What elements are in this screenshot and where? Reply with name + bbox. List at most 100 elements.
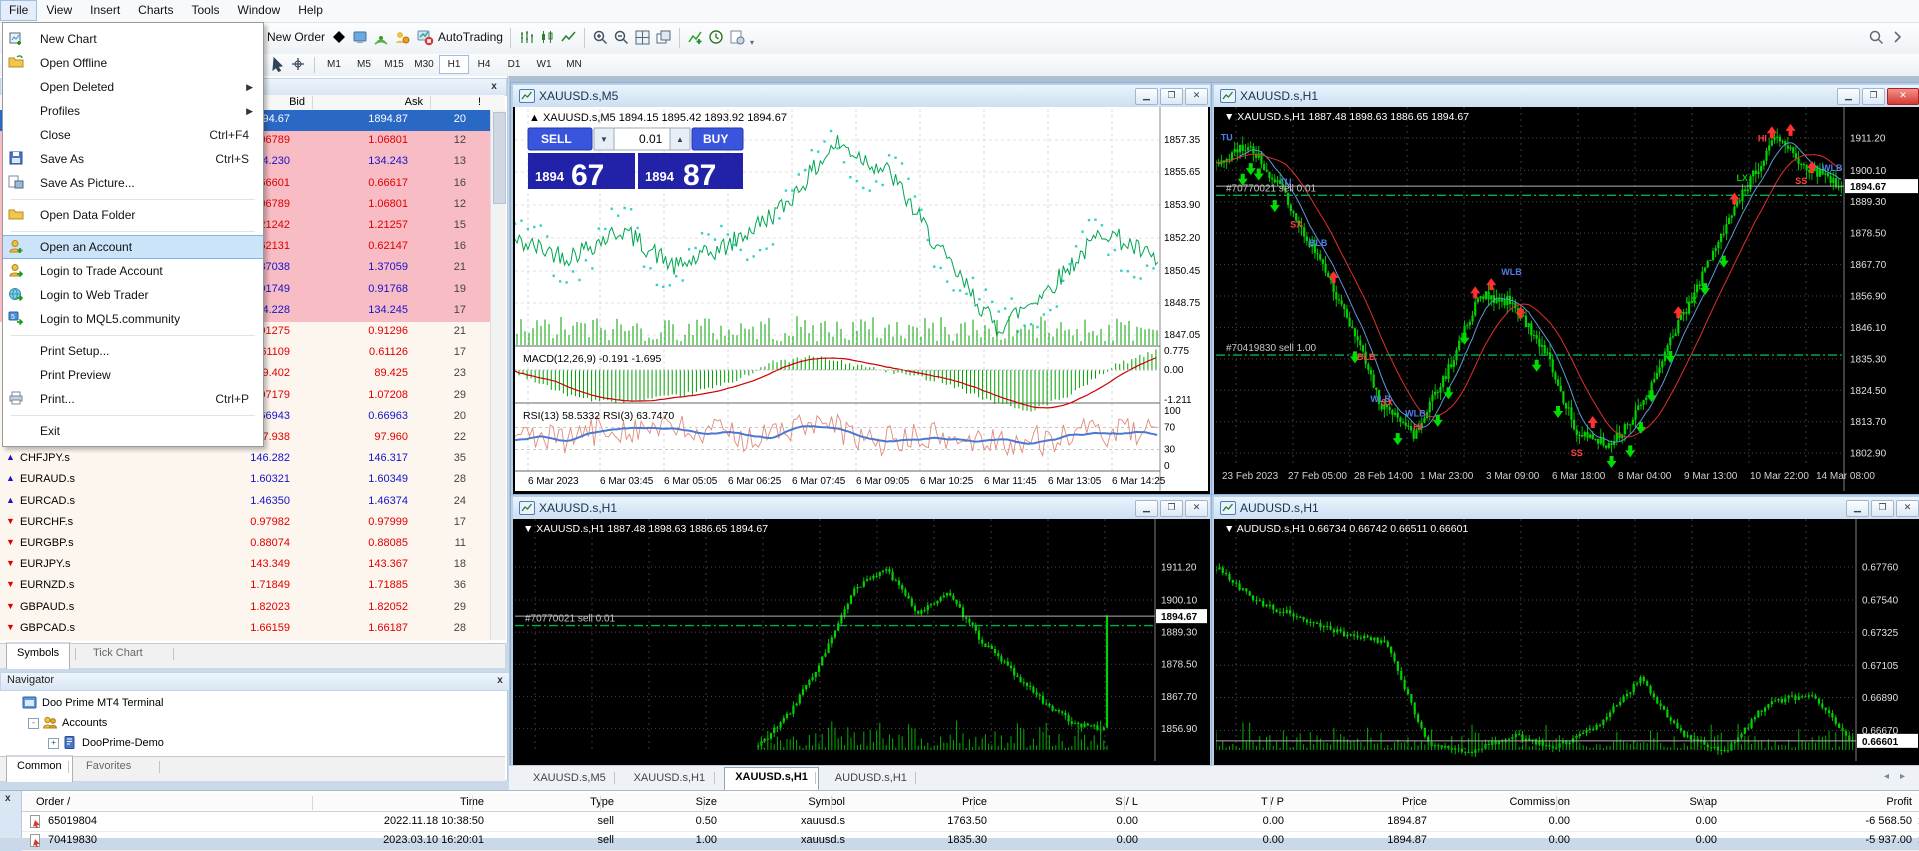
file-menu-item-login-to-mql5-community[interactable]: 5Login to MQL5.community [3,307,263,331]
mdi-tab-audusd-s-h1[interactable]: AUDUSD.s,H1 [825,769,917,790]
file-menu-item-open-offline[interactable]: Open Offline [3,51,263,75]
file-menu-item-exit[interactable]: Exit [3,419,263,443]
signals-icon[interactable] [373,29,390,46]
file-menu-item-save-as[interactable]: Save AsCtrl+S [3,147,263,171]
chart-canvas[interactable]: 0.677600.675400.673250.671050.668900.666… [1216,519,1919,761]
tab-symbols[interactable]: Symbols [6,642,70,669]
market-watch-scrollbar[interactable] [490,110,506,640]
timeframe-h4[interactable]: H4 [469,55,499,74]
file-menu-item-login-to-trade-account[interactable]: Login to Trade Account [3,259,263,283]
timeframe-m15[interactable]: M15 [379,55,409,74]
menu-tools[interactable]: Tools [183,0,229,21]
market-watch-row[interactable]: ▼EURGBP.s0.880740.8808511 [0,534,490,556]
autotrading-button[interactable]: AutoTrading [438,30,503,44]
templates-icon[interactable] [729,29,746,46]
column-commission[interactable]: Commission [1410,796,1570,808]
mql5-icon[interactable] [352,29,369,46]
chart-window-1[interactable]: XAUUSD.s,M5▁❐✕1857.351855.651853.901852.… [511,83,1212,497]
market-watch-row[interactable]: ▼EURNZD.s1.718491.7188536 [0,576,490,598]
file-menu-item-open-data-folder[interactable]: Open Data Folder [3,203,263,227]
collapse-icon[interactable]: - [28,718,39,729]
restore-button[interactable]: ❐ [1160,88,1183,105]
column-symbol[interactable]: Symbol [685,796,845,808]
column-profit[interactable]: Profit [1752,796,1912,808]
expand-icon[interactable]: + [48,738,59,749]
restore-button[interactable]: ❐ [1160,500,1183,517]
navigator-item-dooprime-demo[interactable]: +DooPrime-Demo [0,734,507,754]
market-watch-row[interactable]: ▼EURCHF.s0.979820.9799917 [0,513,490,535]
file-menu-item-login-to-web-trader[interactable]: Login to Web Trader [3,283,263,307]
close-button[interactable]: ✕ [1887,88,1919,105]
file-menu-item-close[interactable]: CloseCtrl+F4 [3,123,263,147]
close-button[interactable]: ✕ [1185,88,1208,105]
gold-icon[interactable] [331,29,348,46]
chart-titlebar[interactable]: XAUUSD.s,M5▁❐✕ [513,85,1210,107]
mdi-tab-xauusd-s-h1[interactable]: XAUUSD.s,H1 [724,767,819,791]
navigator-item-accounts[interactable]: -Accounts [0,714,507,734]
chart-titlebar[interactable]: XAUUSD.s,H1▁❐✕ [513,497,1210,519]
menu-charts[interactable]: Charts [129,0,182,21]
close-button[interactable]: ✕ [1896,500,1919,517]
file-menu-item-open-an-account[interactable]: Open an Account [3,235,263,259]
file-menu-item-print[interactable]: Print...Ctrl+P [3,387,263,411]
file-menu-item-profiles[interactable]: Profiles▶ [3,99,263,123]
periods-icon[interactable] [708,29,725,46]
tab-favorites[interactable]: Favorites [76,757,141,780]
file-menu-item-print-setup[interactable]: Print Setup... [3,339,263,363]
community-icon[interactable] [394,29,411,46]
timeframe-mn[interactable]: MN [559,55,589,74]
file-menu-item-save-as-picture[interactable]: Save As Picture... [3,171,263,195]
tab-common[interactable]: Common [6,755,73,782]
tab-scroll-right-icon[interactable]: ▸ [1900,771,1905,782]
restore-button[interactable]: ❐ [1871,500,1894,517]
timeframe-h1[interactable]: H1 [439,55,469,74]
timeframe-m1[interactable]: M1 [319,55,349,74]
terminal-close-button[interactable]: x [5,793,11,804]
column-spread[interactable]: ! [478,96,481,108]
order-row[interactable]: 650198042022.11.18 10:38:50sell0.50xauus… [22,812,1919,832]
file-menu-item-print-preview[interactable]: Print Preview [3,363,263,387]
bar-chart-icon[interactable] [518,29,535,46]
file-menu-item-new-chart[interactable]: New Chart [3,27,263,51]
chart-canvas[interactable]: 1857.351855.651853.901852.201850.451848.… [515,107,1208,491]
tile-windows-icon[interactable] [634,29,651,46]
new-order-button[interactable]: New Order [267,30,325,44]
search-icon[interactable] [1868,29,1885,46]
zoom-out-icon[interactable] [613,29,630,46]
line-chart-icon[interactable] [560,29,577,46]
order-row[interactable]: 704198302023.03.10 16:20:01sell1.00xauus… [22,831,1919,851]
column-swap[interactable]: Swap [1557,796,1717,808]
chart-titlebar[interactable]: AUDUSD.s,H1▁❐✕ [1214,497,1919,519]
menu-insert[interactable]: Insert [81,0,129,21]
column-ask[interactable]: Ask [405,96,423,108]
timeframe-m5[interactable]: M5 [349,55,379,74]
column-price2[interactable]: Price [1267,796,1427,808]
minimize-button[interactable]: ▁ [1135,500,1158,517]
column-sl[interactable]: S / L [978,796,1138,808]
minimize-button[interactable]: ▁ [1837,88,1860,105]
timeframe-m30[interactable]: M30 [409,55,439,74]
market-watch-row[interactable]: ▼EURJPY.s143.349143.36718 [0,555,490,577]
restore-button[interactable]: ❐ [1862,88,1885,105]
mdi-tab-xauusd-s-m5[interactable]: XAUUSD.s,M5 [523,769,616,790]
chart-canvas[interactable]: 1911.201900.101889.301878.501867.701856.… [1216,107,1919,491]
candle-chart-icon[interactable] [539,29,556,46]
market-watch-row[interactable]: ▲EURAUD.s1.603211.6034928 [0,470,490,492]
mdi-tab-xauusd-s-h1[interactable]: XAUUSD.s,H1 [624,769,716,790]
tab-tick-chart[interactable]: Tick Chart [83,644,153,667]
minimize-button[interactable]: ▁ [1846,500,1869,517]
menu-window[interactable]: Window [229,0,290,21]
cursor-icon[interactable] [269,56,286,73]
chart-window-3[interactable]: XAUUSD.s,H1▁❐✕1911.201900.101889.301878.… [511,495,1212,767]
chart-window-4[interactable]: AUDUSD.s,H1▁❐✕0.677600.675400.673250.671… [1212,495,1919,767]
minimize-button[interactable]: ▁ [1135,88,1158,105]
menu-view[interactable]: View [37,0,81,21]
tab-scroll-left-icon[interactable]: ◂ [1884,771,1889,782]
file-menu-item-open-deleted[interactable]: Open Deleted▶ [3,75,263,99]
navigator-close-button[interactable]: x [494,675,506,687]
chart-canvas[interactable]: 1911.201900.101889.301878.501867.701856.… [515,519,1208,761]
close-button[interactable]: ✕ [1185,500,1208,517]
market-watch-row[interactable]: ▼GBPCAD.s1.661591.6618728 [0,619,490,641]
crosshair-icon[interactable] [290,56,307,73]
market-watch-close-button[interactable]: x [488,81,500,93]
